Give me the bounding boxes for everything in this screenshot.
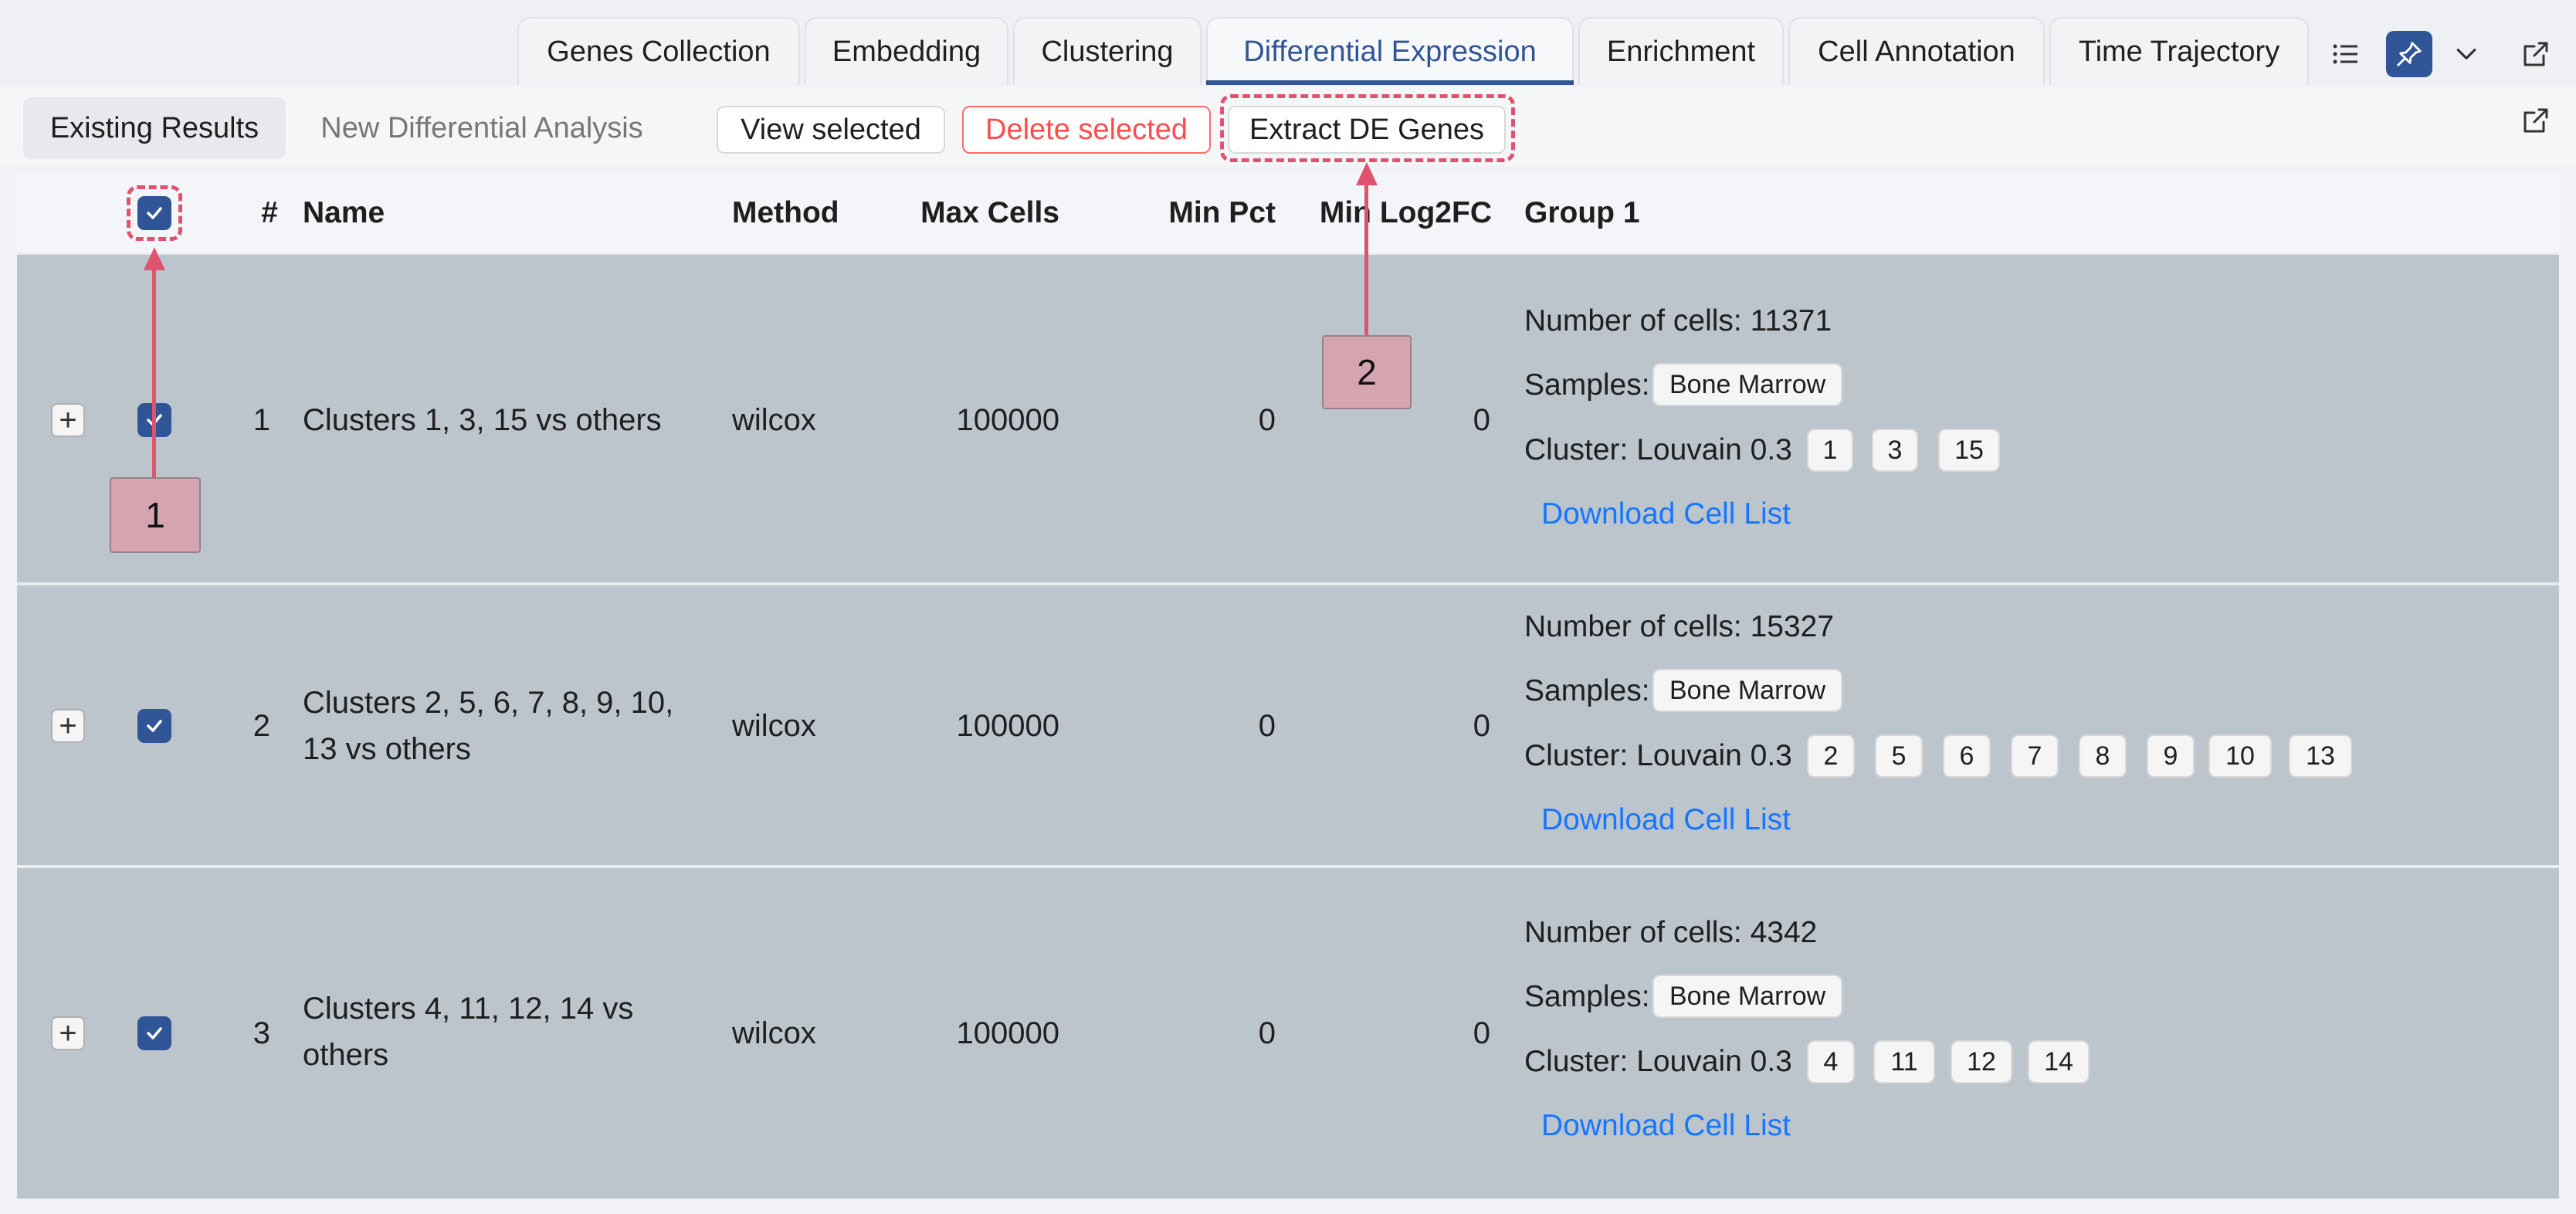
row-min-pct: 0 <box>1258 709 1276 743</box>
existing-results-tab[interactable]: Existing Results <box>23 97 286 159</box>
group-cell-count: Number of cells: 4342 <box>1524 916 1818 949</box>
cluster-tag: 15 <box>1938 429 2000 472</box>
annotation-arrow-2 <box>1364 182 1368 335</box>
row-index: 2 <box>253 709 270 743</box>
cluster-tag: 7 <box>2011 734 2059 778</box>
header-name[interactable]: Name <box>303 171 612 255</box>
cluster-tag: 10 <box>2208 734 2272 778</box>
cluster-tag: 5 <box>1875 734 1923 778</box>
pin-icon[interactable] <box>2386 31 2432 77</box>
group-cell-count: Number of cells: 15327 <box>1524 610 1835 643</box>
tab-enrichment[interactable]: Enrichment <box>1578 17 1784 85</box>
tab-differential-expression[interactable]: Differential Expression <box>1206 17 1574 85</box>
cluster-tag: 3 <box>1872 429 1918 472</box>
group-samples-label: Samples: <box>1524 980 1650 1013</box>
chevron-down-icon[interactable] <box>2443 31 2490 77</box>
row-checkbox[interactable] <box>137 1016 171 1050</box>
row-min-log2fc: 0 <box>1473 1016 1490 1050</box>
row-max-cells: 100000 <box>956 403 1059 437</box>
list-icon[interactable] <box>2323 31 2369 77</box>
cluster-tag: 14 <box>2028 1040 2090 1083</box>
row-divider <box>17 865 2559 868</box>
external-link-icon[interactable] <box>2513 97 2559 144</box>
row-method: wilcox <box>732 403 816 437</box>
header-index[interactable]: # <box>232 171 278 255</box>
tab-clustering[interactable]: Clustering <box>1013 17 1202 85</box>
sample-tag: Bone Marrow <box>1652 975 1843 1018</box>
row-method: wilcox <box>732 709 816 743</box>
cluster-tag: 11 <box>1873 1040 1935 1083</box>
sample-tag: Bone Marrow <box>1652 363 1843 406</box>
cluster-tag: 13 <box>2289 734 2352 778</box>
view-selected-button[interactable]: View selected <box>717 106 945 154</box>
header-min-log2fc[interactable]: Min Log2FC <box>1313 171 1492 255</box>
cluster-tag: 8 <box>2079 734 2127 778</box>
group-cluster-label: Cluster: Louvain 0.3 <box>1524 1045 1792 1078</box>
cluster-tag: 12 <box>1951 1040 2012 1083</box>
tab-embedding[interactable]: Embedding <box>805 17 1008 85</box>
header-min-pct[interactable]: Min Pct <box>1096 171 1276 255</box>
row-max-cells: 100000 <box>956 709 1059 743</box>
annotation-arrow-1 <box>152 267 156 477</box>
row-max-cells: 100000 <box>956 1016 1059 1050</box>
external-link-icon[interactable] <box>2513 31 2559 77</box>
row-min-pct: 0 <box>1258 403 1276 437</box>
group-cluster-label: Cluster: Louvain 0.3 <box>1524 433 1792 466</box>
row-name: Clusters 2, 5, 6, 7, 8, 9, 10, 13 vs oth… <box>303 686 674 766</box>
row-checkbox[interactable] <box>137 709 171 743</box>
tab-cell-annotation[interactable]: Cell Annotation <box>1788 17 2045 85</box>
cluster-tag: 6 <box>1943 734 1991 778</box>
header-method[interactable]: Method <box>732 171 886 255</box>
row-min-pct: 0 <box>1258 1016 1276 1050</box>
delete-selected-button[interactable]: Delete selected <box>962 106 1211 154</box>
cluster-tag: 9 <box>2147 734 2195 778</box>
row-method: wilcox <box>732 1016 816 1050</box>
new-differential-analysis-tab[interactable]: New Differential Analysis <box>289 97 675 159</box>
active-tab-indicator <box>1206 80 1574 85</box>
drag-handle-icon[interactable]: ··· <box>1276 73 1307 90</box>
highlight-extract-button <box>1220 94 1515 162</box>
sample-tag: Bone Marrow <box>1652 669 1843 712</box>
row-index: 1 <box>253 403 270 437</box>
group-cluster-label: Cluster: Louvain 0.3 <box>1524 739 1792 772</box>
download-cell-list-link[interactable]: Download Cell List <box>1541 497 1791 531</box>
group-samples-label: Samples: <box>1524 368 1650 402</box>
group-samples-label: Samples: <box>1524 674 1650 707</box>
header-group1[interactable]: Group 1 <box>1524 171 1756 255</box>
cluster-tag: 2 <box>1807 734 1855 778</box>
tab-genes-collection[interactable]: Genes Collection <box>517 17 800 85</box>
expand-row-icon[interactable]: + <box>51 709 85 743</box>
group-cell-count: Number of cells: 11371 <box>1524 304 1832 337</box>
callout-2: 2 <box>1322 335 1412 409</box>
download-cell-list-link[interactable]: Download Cell List <box>1541 803 1791 837</box>
tab-time-trajectory[interactable]: Time Trajectory <box>2049 17 2309 85</box>
expand-row-icon[interactable]: + <box>51 403 85 437</box>
highlight-select-all <box>127 185 182 241</box>
header-max-cells[interactable]: Max Cells <box>873 171 1059 255</box>
download-cell-list-link[interactable]: Download Cell List <box>1541 1109 1791 1143</box>
row-name: Clusters 1, 3, 15 vs others <box>303 403 662 437</box>
row-min-log2fc: 0 <box>1473 709 1490 743</box>
arrowhead-1-icon <box>144 247 165 270</box>
callout-1: 1 <box>110 477 201 553</box>
row-divider <box>17 582 2559 585</box>
cluster-tag: 1 <box>1807 429 1853 472</box>
row-index: 3 <box>253 1016 270 1050</box>
arrowhead-2-icon <box>1356 162 1378 185</box>
row-name: Clusters 4, 11, 12, 14 vs others <box>303 992 634 1072</box>
cluster-tag: 4 <box>1807 1040 1855 1083</box>
expand-row-icon[interactable]: + <box>51 1016 85 1050</box>
